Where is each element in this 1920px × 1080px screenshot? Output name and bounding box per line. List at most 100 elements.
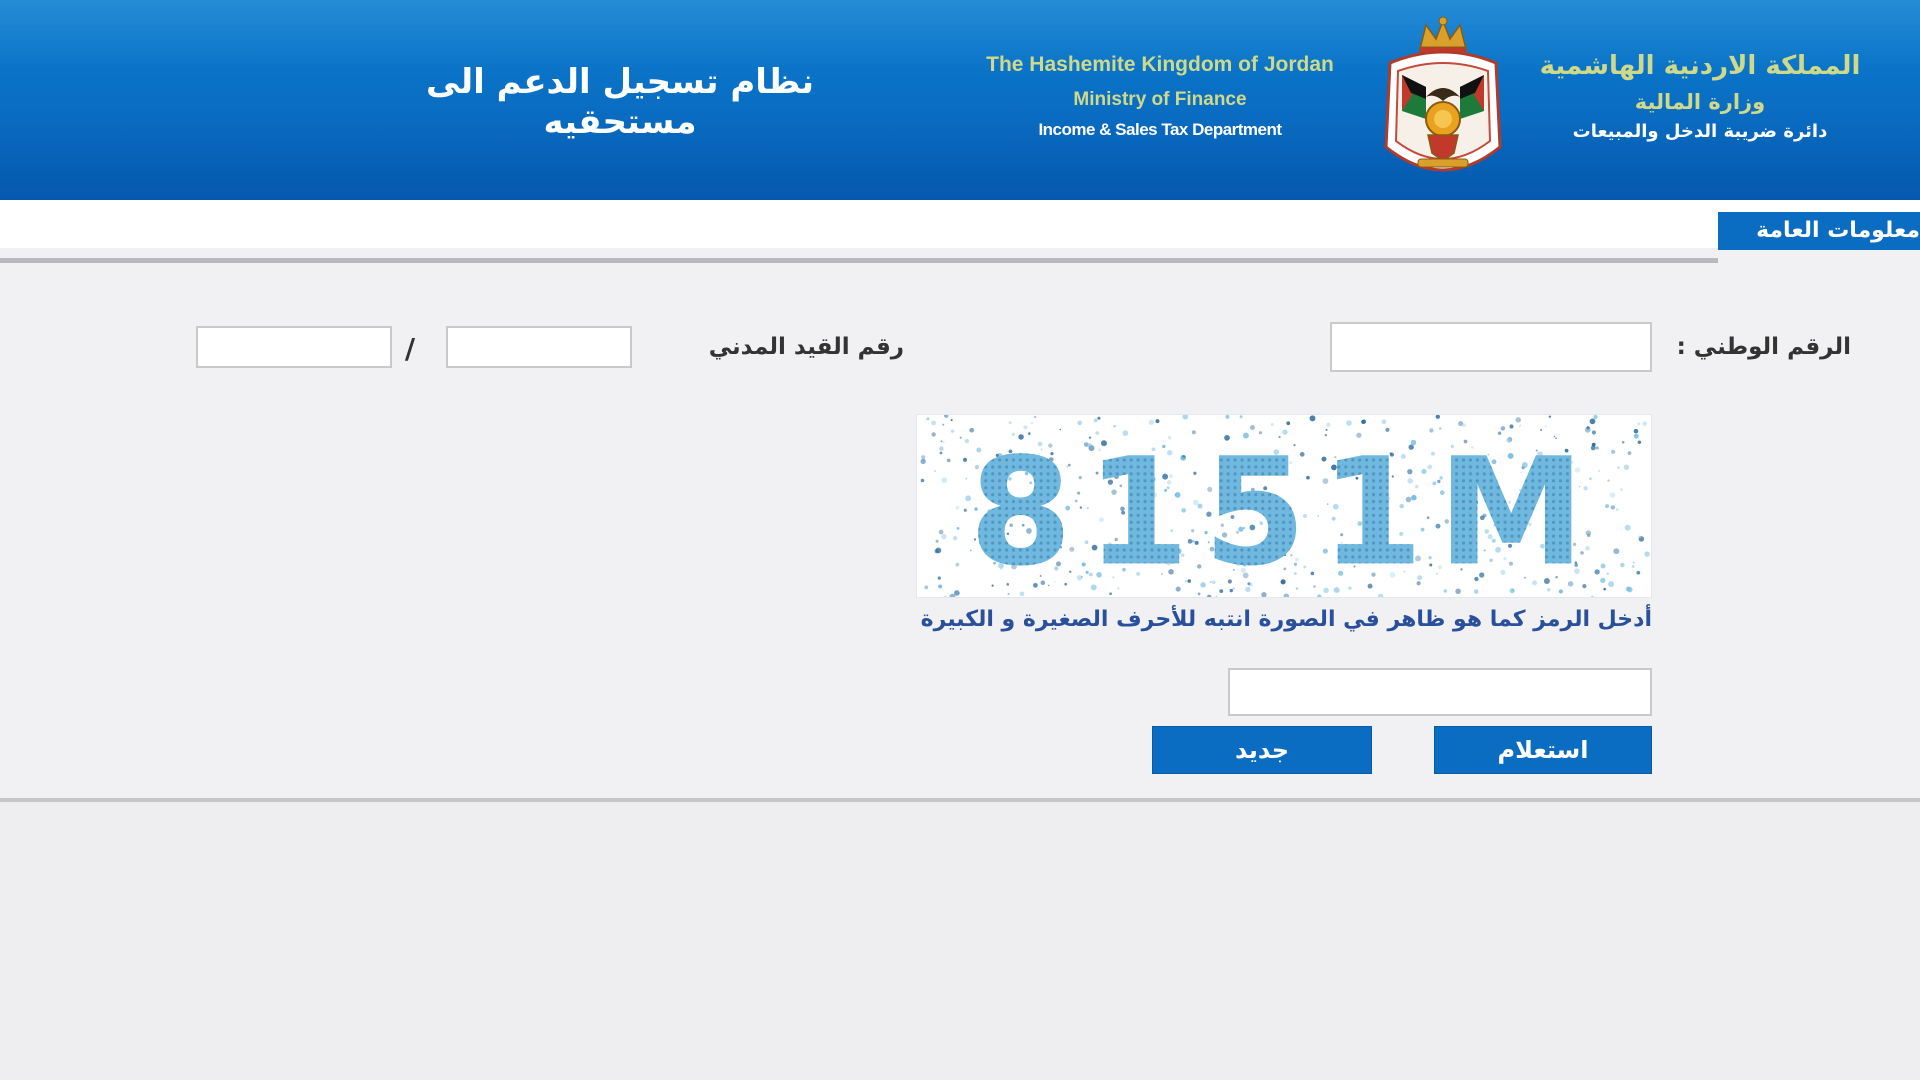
captcha-noise-dot: [1615, 508, 1619, 511]
captcha-noise-dot: [941, 533, 947, 540]
tab-general-info[interactable]: معلومات العامة: [1718, 212, 1920, 250]
captcha-noise-dot: [944, 415, 949, 418]
captcha-noise-dot: [942, 441, 945, 444]
national-id-input[interactable]: [1330, 322, 1652, 372]
captcha-noise-dot: [1239, 415, 1243, 419]
captcha-noise-dot: [939, 446, 944, 451]
english-kingdom-name: The Hashemite Kingdom of Jordan: [986, 53, 1334, 76]
arabic-kingdom-name: المملكة الاردنية الهاشمية: [1539, 51, 1861, 81]
captcha-noise-dot: [950, 429, 955, 433]
new-button[interactable]: جديد: [1152, 726, 1372, 774]
captcha-noise-dot: [1148, 419, 1154, 425]
captcha-noise-dot: [1361, 419, 1367, 424]
jordan-coat-of-arms-icon: [1384, 16, 1502, 172]
captcha-noise-dot: [1621, 441, 1625, 444]
captcha-noise-dot: [1097, 416, 1101, 420]
system-title: نظام تسجيل الدعم الى مستحقيه: [426, 62, 814, 142]
captcha-noise-dot: [940, 440, 943, 443]
captcha-noise-dot: [1638, 535, 1642, 539]
captcha-noise-dot: [1600, 577, 1606, 584]
captcha-noise-dot: [1617, 466, 1620, 469]
captcha-noise-dot: [1600, 563, 1606, 569]
captcha-noise-dot: [924, 585, 929, 590]
inquiry-button[interactable]: استعلام: [1434, 726, 1652, 774]
captcha-noise-dot: [965, 477, 968, 480]
captcha-text-dots: 8151M: [969, 425, 1599, 598]
captcha-noise-dot: [1608, 581, 1615, 588]
captcha-noise-dot: [934, 470, 937, 472]
captcha-noise-dot: [962, 457, 968, 462]
captcha-noise-dot: [1611, 449, 1616, 454]
captcha-noise-dot: [1610, 505, 1616, 510]
civil-registry-part1-input[interactable]: [446, 326, 632, 368]
captcha-noise-dot: [937, 576, 941, 580]
captcha-noise-dot: [938, 529, 944, 535]
english-ministry-block: The Hashemite Kingdom of Jordan Ministry…: [960, 50, 1360, 140]
arabic-ministry-block: المملكة الاردنية الهاشمية وزارة المالية …: [1520, 48, 1880, 144]
captcha-noise-dot: [941, 477, 948, 483]
english-ministry-name: Ministry of Finance: [1073, 89, 1247, 110]
captcha-noise-dot: [1515, 417, 1521, 423]
civil-registry-separator: /: [404, 332, 416, 365]
captcha-noise-dot: [1637, 422, 1641, 426]
captcha-input[interactable]: [1228, 668, 1652, 716]
captcha-noise-dot: [1625, 586, 1631, 592]
captcha-noise-dot: [1309, 415, 1316, 422]
captcha-noise-dot: [1624, 524, 1631, 531]
captcha-noise-dot: [931, 420, 937, 426]
captcha-noise-dot: [1093, 418, 1098, 423]
captcha-noise-dot: [1030, 421, 1034, 425]
captcha-noise-dot: [1033, 415, 1037, 419]
english-department-name: Income & Sales Tax Department: [1038, 120, 1282, 139]
captcha-noise-dot: [926, 417, 930, 421]
captcha-noise-dot: [920, 478, 925, 483]
civil-registry-part2-input[interactable]: [196, 326, 392, 368]
captcha-noise-dot: [920, 458, 926, 465]
page-header: نظام تسجيل الدعم الى مستحقيه The Hashemi…: [0, 0, 1920, 200]
captcha-noise-dot: [1605, 504, 1610, 509]
captcha-noise-dot: [1631, 565, 1635, 568]
captcha-noise-dot: [1606, 572, 1609, 575]
captcha-noise-dot: [955, 562, 960, 567]
captcha-noise-dot: [963, 508, 967, 512]
captcha-noise-dot: [1435, 415, 1440, 419]
captcha-noise-dot: [939, 451, 943, 455]
tab-bar: [0, 200, 1920, 248]
captcha-noise-dot: [1225, 415, 1230, 419]
captcha-noise-dot: [1623, 464, 1630, 470]
arabic-ministry-name: وزارة المالية: [1634, 90, 1766, 114]
captcha-noise-dot: [1589, 418, 1596, 425]
civil-registry-label: رقم القيد المدني: [708, 334, 904, 360]
captcha-noise-dot: [1620, 488, 1623, 492]
captcha-noise-dot: [959, 436, 962, 439]
captcha-noise-dot: [931, 432, 936, 437]
captcha-noise-dot: [1633, 428, 1639, 434]
captcha-noise-dot: [956, 526, 960, 530]
captcha-noise-dot: [938, 584, 943, 589]
captcha-noise-dot: [1182, 415, 1189, 420]
captcha-noise-dot: [1642, 421, 1648, 426]
national-id-label: الرقم الوطني :: [1676, 334, 1851, 360]
captcha-noise-dot: [1607, 479, 1610, 482]
captcha-noise-dot: [946, 458, 951, 463]
captcha-noise-dot: [1633, 433, 1639, 439]
captcha-noise-dot: [1548, 415, 1552, 418]
captcha-noise-dot: [921, 455, 926, 460]
captcha-noise-dot: [1008, 421, 1012, 425]
captcha-image: 8151M 8151M: [916, 414, 1652, 598]
captcha-noise-dot: [935, 539, 939, 543]
captcha-noise-dot: [934, 549, 939, 554]
captcha-noise-dot: [1636, 570, 1641, 575]
captcha-noise-dot: [1644, 551, 1650, 557]
captcha-noise-dot: [1381, 419, 1387, 425]
captcha-noise-dot: [1609, 492, 1616, 498]
captcha-noise-dot: [1593, 415, 1598, 420]
captcha-noise-dot: [952, 535, 958, 541]
captcha-noise-dot: [1603, 587, 1606, 591]
captcha-noise-dot: [1613, 548, 1620, 555]
arabic-department-name: دائرة ضريبة الدخل والمبيعات: [1572, 121, 1828, 142]
captcha-noise-dot: [942, 423, 945, 426]
captcha-noise-dot: [950, 419, 953, 422]
captcha-noise-dot: [1620, 562, 1625, 568]
captcha-noise-dot: [1632, 561, 1635, 564]
